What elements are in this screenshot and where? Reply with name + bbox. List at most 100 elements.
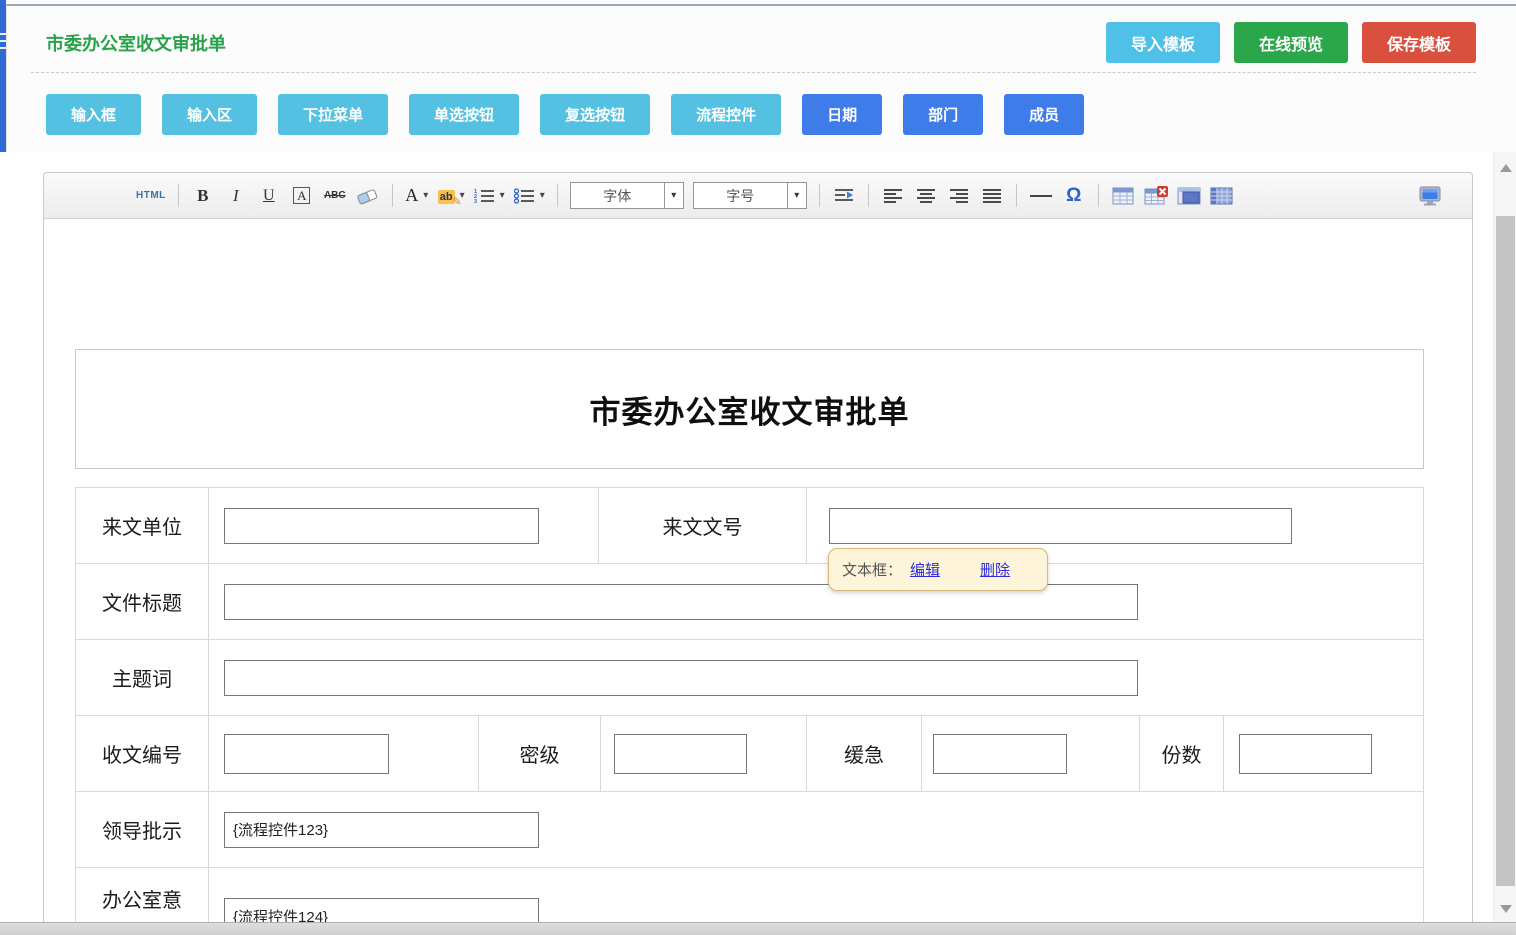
document-number-input[interactable] <box>829 508 1292 544</box>
align-justify-icon <box>982 188 1002 204</box>
dashed-divider <box>31 72 1476 73</box>
highlight-color-button[interactable]: ab✎ <box>438 182 465 210</box>
text-style-button[interactable]: A <box>293 187 310 204</box>
subject-words-input[interactable] <box>224 660 1138 696</box>
strikethrough-button[interactable]: ABC <box>323 182 347 210</box>
bottom-scroll-strip[interactable] <box>0 922 1516 935</box>
form-table: 来文单位 来文文号 文件标题 主题词 <box>75 487 1424 935</box>
cell-leader-remarks <box>208 792 1423 867</box>
horizontal-rule-button[interactable] <box>1029 182 1053 210</box>
align-right-icon <box>949 188 969 204</box>
chevron-down-icon <box>787 183 806 208</box>
tooltip-label: 文本框： <box>842 559 902 580</box>
table-row: 领导批示 <box>76 792 1423 868</box>
align-justify-button[interactable] <box>980 182 1004 210</box>
unordered-list-button[interactable] <box>514 182 545 210</box>
cell-properties-button[interactable] <box>1177 182 1201 210</box>
delete-table-button[interactable] <box>1144 182 1168 210</box>
label-incoming-unit: 来文单位 <box>76 488 208 563</box>
toolbar-separator <box>392 184 393 207</box>
template-actions: 导入模板 在线预览 保存模板 <box>1106 22 1476 63</box>
page-title: 市委办公室收文审批单 <box>46 30 226 56</box>
bold-button[interactable]: B <box>191 182 215 210</box>
secret-level-input[interactable] <box>614 734 747 774</box>
unordered-list-icon <box>514 188 535 204</box>
vertical-scrollbar[interactable] <box>1493 152 1516 935</box>
insert-table-button[interactable] <box>1111 182 1135 210</box>
special-char-button[interactable]: Ω <box>1062 182 1086 210</box>
save-template-button[interactable]: 保存模板 <box>1362 22 1476 63</box>
align-center-button[interactable] <box>914 182 938 210</box>
table-row: 来文单位 来文文号 <box>76 488 1423 564</box>
add-flow-control-button[interactable]: 流程控件 <box>671 94 781 135</box>
table-row: 文件标题 <box>76 564 1423 640</box>
scrollbar-thumb[interactable] <box>1496 216 1515 886</box>
chevron-down-icon <box>664 183 683 208</box>
cell-copies <box>1223 716 1423 791</box>
toolbar-separator <box>557 184 558 207</box>
form-title: 市委办公室收文审批单 <box>590 387 910 432</box>
ordered-list-icon: 1 2 3 <box>474 188 495 204</box>
label-document-number: 来文文号 <box>598 488 806 563</box>
ordered-list-button[interactable]: 1 2 3 <box>474 182 505 210</box>
add-department-button[interactable]: 部门 <box>903 94 983 135</box>
header-panel: 市委办公室收文审批单 导入模板 在线预览 保存模板 输入框 输入区 下拉菜单 单… <box>6 4 1516 152</box>
control-tooltip: 文本框： 编辑 删除 <box>828 548 1048 591</box>
edit-control-link[interactable]: 编辑 <box>910 559 940 580</box>
online-preview-button[interactable]: 在线预览 <box>1234 22 1348 63</box>
add-dropdown-button[interactable]: 下拉菜单 <box>278 94 388 135</box>
form-title-box: 市委办公室收文审批单 <box>75 349 1424 469</box>
indent-button[interactable] <box>832 182 856 210</box>
remove-format-button[interactable] <box>356 182 380 210</box>
cell-urgency <box>921 716 1139 791</box>
pencil-icon: ✎ <box>452 195 461 208</box>
add-radio-button[interactable]: 单选按钮 <box>409 94 519 135</box>
align-right-button[interactable] <box>947 182 971 210</box>
font-family-select[interactable]: 字体 <box>570 182 684 209</box>
svg-text:3: 3 <box>474 199 477 204</box>
toolbar-separator <box>1016 184 1017 207</box>
label-file-title: 文件标题 <box>76 564 208 639</box>
receipt-number-input[interactable] <box>224 734 389 774</box>
delete-table-icon <box>1144 186 1168 205</box>
incoming-unit-input[interactable] <box>224 508 539 544</box>
toolbar-separator <box>868 184 869 207</box>
font-color-button[interactable]: A <box>405 182 429 210</box>
cell-receipt-number <box>208 716 478 791</box>
label-leader-remarks: 领导批示 <box>76 792 208 867</box>
underline-button[interactable]: U <box>257 182 281 210</box>
eraser-icon <box>356 187 380 205</box>
add-input-box-button[interactable]: 输入框 <box>46 94 141 135</box>
delete-control-link[interactable]: 删除 <box>980 559 1010 580</box>
fullscreen-button[interactable] <box>1418 182 1442 210</box>
copies-input[interactable] <box>1239 734 1372 774</box>
table-properties-icon <box>1210 187 1233 205</box>
toolbar-separator <box>1098 184 1099 207</box>
editor-canvas[interactable]: 市委办公室收文审批单 来文单位 来文文号 文件标题 <box>44 219 1472 935</box>
urgency-input[interactable] <box>933 734 1067 774</box>
font-size-select[interactable]: 字号 <box>693 182 807 209</box>
scroll-down-arrow-icon[interactable] <box>1500 905 1512 913</box>
rich-text-editor: HTML B I U A ABC A ab✎ 1 2 3 <box>43 172 1473 935</box>
cell-file-title <box>208 564 1423 639</box>
toolbar-separator <box>819 184 820 207</box>
add-date-button[interactable]: 日期 <box>802 94 882 135</box>
scroll-up-arrow-icon[interactable] <box>1500 164 1512 172</box>
form-control-buttons: 输入框 输入区 下拉菜单 单选按钮 复选按钮 流程控件 日期 部门 成员 <box>46 94 1084 135</box>
label-subject-words: 主题词 <box>76 640 208 715</box>
cell-incoming-unit <box>208 488 598 563</box>
html-source-button[interactable]: HTML <box>136 182 166 210</box>
add-member-button[interactable]: 成员 <box>1004 94 1084 135</box>
add-checkbox-button[interactable]: 复选按钮 <box>540 94 650 135</box>
leader-remarks-input[interactable] <box>224 812 539 848</box>
horizontal-rule-icon <box>1030 195 1052 197</box>
add-textarea-button[interactable]: 输入区 <box>162 94 257 135</box>
italic-button[interactable]: I <box>224 182 248 210</box>
label-receipt-number: 收文编号 <box>76 716 208 791</box>
toolbar-separator <box>178 184 179 207</box>
editor-toolbar: HTML B I U A ABC A ab✎ 1 2 3 <box>44 173 1472 219</box>
import-template-button[interactable]: 导入模板 <box>1106 22 1220 63</box>
align-left-button[interactable] <box>881 182 905 210</box>
label-urgency: 缓急 <box>806 716 921 791</box>
table-properties-button[interactable] <box>1210 182 1234 210</box>
